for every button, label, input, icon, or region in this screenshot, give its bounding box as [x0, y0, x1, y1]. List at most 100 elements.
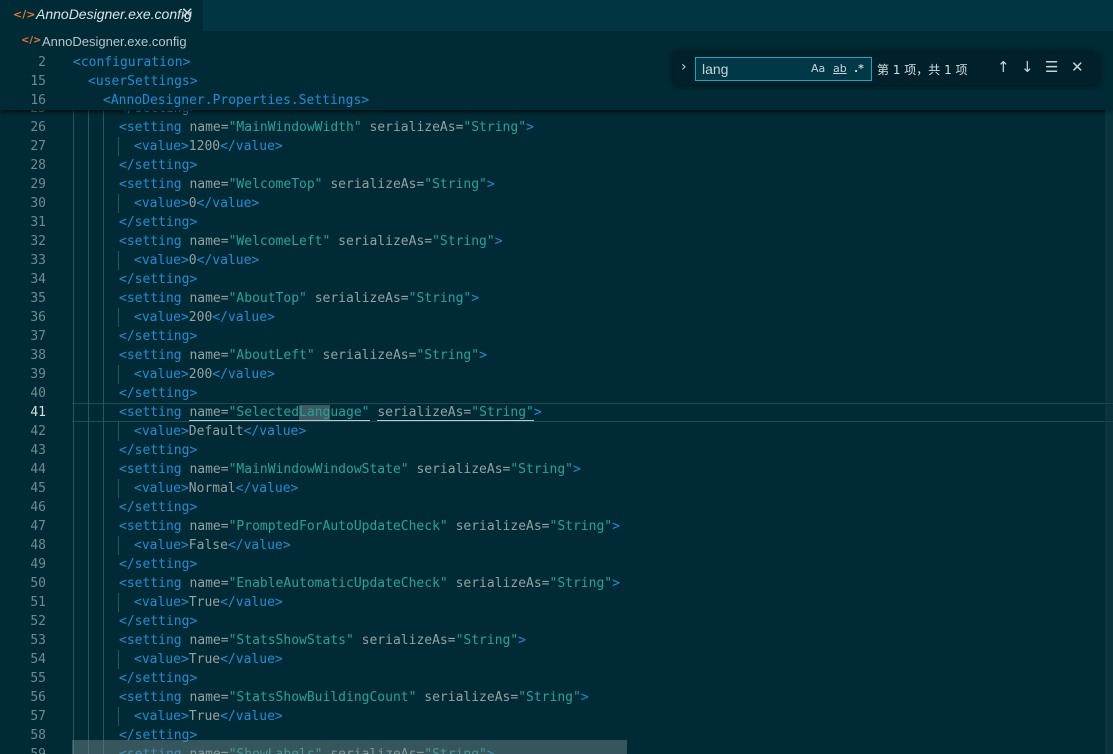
line-number: 41: [30, 405, 46, 420]
xml-file-icon: </>: [13, 8, 36, 21]
sticky-line[interactable]: 16 <AnnoDesigner.Properties.Settings>: [0, 91, 1113, 110]
xml-tag: <value>: [134, 196, 189, 211]
attr-name: serializeAs=: [330, 177, 425, 192]
line-number: 53: [30, 633, 46, 648]
code-line[interactable]: 33 <value>0</value>: [0, 251, 1113, 270]
code-line[interactable]: 53 <setting name="StatsShowStats" seriali…: [0, 631, 1113, 650]
code-line[interactable]: 57 <value>True</value>: [0, 707, 1113, 726]
line-number: 38: [30, 348, 46, 363]
code-text: </setting>: [119, 213, 197, 232]
line-number: 44: [30, 462, 46, 477]
attr-name: name=: [189, 120, 229, 135]
previous-match-arrow-up-icon[interactable]: ↑: [997, 58, 1010, 76]
attr-name: name=: [189, 291, 229, 306]
code-text: <value>1200</value>: [134, 137, 283, 156]
code-text: </setting>: [119, 612, 197, 631]
line-number: 49: [30, 557, 46, 572]
code-line[interactable]: 48 <value>False</value>: [0, 536, 1113, 555]
close-tab-icon[interactable]: ✕: [181, 4, 194, 22]
code-line[interactable]: 34 </setting>: [0, 270, 1113, 289]
toggle-replace-chevron-icon[interactable]: ›: [681, 59, 687, 75]
code-line[interactable]: 37 </setting>: [0, 327, 1113, 346]
find-input-value: lang: [702, 61, 729, 77]
line-number: 30: [30, 196, 46, 211]
code-line[interactable]: 35 <setting name="AboutTop" serializeAs="…: [0, 289, 1113, 308]
code-text: </setting>: [119, 555, 197, 574]
code-line[interactable]: 31 </setting>: [0, 213, 1113, 232]
line-number: 31: [30, 215, 46, 230]
close-find-icon[interactable]: ✕: [1071, 58, 1084, 76]
regex-icon[interactable]: .*: [854, 62, 864, 75]
code-text: <setting name="PromptedForAutoUpdateChec…: [119, 517, 620, 536]
code-line[interactable]: 55 </setting>: [0, 669, 1113, 688]
line-number: 27: [30, 139, 46, 154]
line-number: 43: [30, 443, 46, 458]
editor-tab[interactable]: </> AnnoDesigner.exe.config ✕: [0, 0, 203, 31]
setting-value: 1200: [188, 139, 221, 154]
find-input[interactable]: lang Aa ab .*: [695, 57, 872, 81]
setting-value: 0: [188, 196, 197, 211]
code-line[interactable]: 44 <setting name="MainWindowWindowState" …: [0, 460, 1113, 479]
code-line[interactable]: 38 <setting name="AboutLeft" serializeAs=…: [0, 346, 1113, 365]
line-number: 47: [30, 519, 46, 534]
code-line[interactable]: 47 <setting name="PromptedForAutoUpdateCh…: [0, 517, 1113, 536]
code-line[interactable]: 29 <setting name="WelcomeTop" serializeAs…: [0, 175, 1113, 194]
match-case-icon[interactable]: Aa: [811, 62, 825, 75]
code-line[interactable]: 45 <value>Normal</value>: [0, 479, 1113, 498]
xml-tag: <setting: [119, 462, 182, 477]
code-text: </setting>: [119, 384, 197, 403]
code-text: </setting>: [119, 156, 197, 175]
attr-name: serializeAs=: [455, 576, 550, 591]
code-line[interactable]: 42 <value>Default</value>: [0, 422, 1113, 441]
code-line[interactable]: 52 </setting>: [0, 612, 1113, 631]
xml-tag: >: [471, 291, 480, 306]
code-line[interactable]: 49 </setting>: [0, 555, 1113, 574]
line-number: 40: [30, 386, 46, 401]
code-line[interactable]: 50 <setting name="EnableAutomaticUpdateCh…: [0, 574, 1113, 593]
code-text: </setting>: [119, 669, 197, 688]
attr-value: "PromptedForAutoUpdateCheck": [228, 519, 448, 534]
breadcrumb-file[interactable]: AnnoDesigner.exe.config: [42, 34, 187, 49]
horizontal-scrollbar[interactable]: [72, 740, 627, 754]
code-line[interactable]: 51 <value>True</value>: [0, 593, 1113, 612]
vertical-scrollbar[interactable]: [1105, 110, 1113, 754]
attr-name: serializeAs=: [377, 405, 472, 421]
code-line[interactable]: 26 <setting name="MainWindowWidth" serial…: [0, 118, 1113, 137]
code-line[interactable]: 56 <setting name="StatsShowBuildingCount"…: [0, 688, 1113, 707]
line-number: 33: [30, 253, 46, 268]
line-number: 54: [30, 652, 46, 667]
find-in-selection-icon[interactable]: ☰: [1045, 58, 1058, 76]
line-number: 59: [0, 745, 46, 754]
code-line[interactable]: 32 <setting name="WelcomeLeft" serializeA…: [0, 232, 1113, 251]
code-editor[interactable]: 2 <configuration> 15 <userSettings> 16 <AnnoD…: [0, 53, 1113, 754]
code-line[interactable]: 30 <value>0</value>: [0, 194, 1113, 213]
attr-name: serializeAs=: [338, 234, 433, 249]
xml-file-icon: </>: [21, 35, 42, 46]
code-text: <value>True</value>: [134, 650, 283, 669]
next-match-arrow-down-icon[interactable]: ↓: [1021, 58, 1034, 76]
line-number: 55: [30, 671, 46, 686]
whole-word-icon[interactable]: ab: [833, 62, 847, 75]
code-line[interactable]: 46 </setting>: [0, 498, 1113, 517]
code-line[interactable]: 43 </setting>: [0, 441, 1113, 460]
code-line[interactable]: 28 </setting>: [0, 156, 1113, 175]
code-text: <userSettings>: [88, 72, 198, 91]
line-number: 15: [30, 74, 46, 89]
code-line[interactable]: 36 <value>200</value>: [0, 308, 1113, 327]
code-line[interactable]: 39 <value>200</value>: [0, 365, 1113, 384]
code-text: <value>0</value>: [134, 251, 259, 270]
line-number: 51: [30, 595, 46, 610]
attr-name: serializeAs=: [361, 633, 456, 648]
xml-tag: >: [479, 348, 487, 363]
code-line[interactable]: 27 <value>1200</value>: [0, 137, 1113, 156]
code-line[interactable]: 54 <value>True</value>: [0, 650, 1113, 669]
line-number: 42: [30, 424, 46, 439]
setting-value: True: [188, 652, 221, 667]
xml-tag: <value>: [134, 139, 189, 154]
code-line[interactable]: 40 </setting>: [0, 384, 1113, 403]
attr-value: "String": [510, 462, 573, 477]
xml-tag: </value>: [243, 424, 307, 439]
code-text: <value>200</value>: [134, 308, 275, 327]
code-line[interactable]: 41 <setting name="SelectedLanguage" seria…: [0, 403, 1113, 422]
